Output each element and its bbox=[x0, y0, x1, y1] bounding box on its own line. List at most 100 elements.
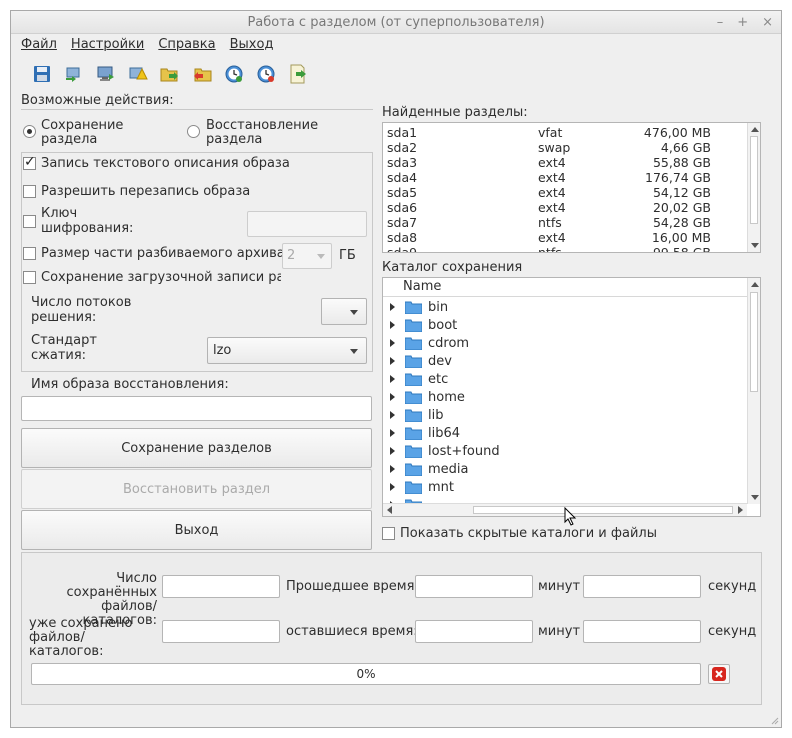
save-partitions-button[interactable]: Сохранение разделов bbox=[21, 428, 372, 468]
remaining-seconds-field[interactable] bbox=[583, 620, 701, 643]
tree-row[interactable]: lost+found bbox=[383, 443, 747, 461]
folder-icon bbox=[405, 301, 422, 314]
description-label[interactable]: Запись текстового описания образа bbox=[41, 156, 290, 171]
tree-row[interactable]: lib bbox=[383, 407, 747, 425]
split-size-value: 2 bbox=[287, 248, 296, 263]
encryption-checkbox[interactable] bbox=[23, 215, 36, 228]
restore-clock-icon[interactable] bbox=[255, 63, 277, 85]
tree-row[interactable]: bin bbox=[383, 299, 747, 317]
clock-icon[interactable] bbox=[223, 63, 245, 85]
folder-icon bbox=[405, 481, 422, 494]
show-hidden-label[interactable]: Показать скрытые каталоги и файлы bbox=[400, 526, 657, 541]
overwrite-label[interactable]: Разрешить перезапись образа bbox=[41, 184, 250, 199]
already-saved-field[interactable] bbox=[162, 620, 280, 643]
overwrite-checkbox[interactable] bbox=[23, 185, 36, 198]
expander-icon[interactable] bbox=[390, 483, 395, 491]
computer-icon[interactable] bbox=[95, 63, 117, 85]
scroll-down-icon[interactable] bbox=[751, 495, 759, 500]
expander-icon[interactable] bbox=[390, 375, 395, 383]
expander-icon[interactable] bbox=[390, 429, 395, 437]
elapsed-seconds-field[interactable] bbox=[583, 575, 701, 598]
scroll-down-icon[interactable] bbox=[751, 243, 759, 248]
threads-combo[interactable] bbox=[321, 298, 367, 325]
split-checkbox[interactable] bbox=[23, 247, 36, 260]
tree-row[interactable]: cdrom bbox=[383, 335, 747, 353]
tree-row[interactable]: media bbox=[383, 461, 747, 479]
scrollbar-thumb[interactable] bbox=[473, 506, 733, 514]
compression-combo[interactable]: lzo bbox=[207, 337, 367, 364]
tree-row[interactable]: dev bbox=[383, 353, 747, 371]
bootrecord-checkbox[interactable] bbox=[23, 271, 36, 284]
folder-icon bbox=[405, 355, 422, 368]
bootrecord-label[interactable]: Сохранение загрузочной записи разде bbox=[41, 270, 281, 285]
scroll-up-icon[interactable] bbox=[751, 127, 759, 132]
menu-exit[interactable]: Выход bbox=[230, 34, 274, 56]
saved-count-field[interactable] bbox=[162, 575, 280, 598]
partitions-scrollbar[interactable] bbox=[747, 123, 760, 252]
expander-icon[interactable] bbox=[390, 393, 395, 401]
expander-icon[interactable] bbox=[390, 465, 395, 473]
actions-label: Возможные действия: bbox=[21, 93, 174, 108]
resize-grip-icon[interactable] bbox=[769, 715, 779, 725]
encryption-key-field[interactable] bbox=[247, 211, 367, 237]
scroll-left-icon[interactable] bbox=[387, 506, 392, 514]
folder-icon bbox=[405, 391, 422, 404]
split-label[interactable]: Размер части разбиваемого архива: bbox=[41, 246, 289, 261]
split-size-spin[interactable]: 2 bbox=[282, 243, 332, 269]
folder-forward-icon[interactable] bbox=[159, 63, 181, 85]
restore-radio-label[interactable]: Восстановление раздела bbox=[206, 119, 326, 147]
restore-partition-button[interactable]: Восстановить раздел bbox=[21, 469, 372, 509]
column-name-header[interactable]: Name bbox=[403, 279, 441, 294]
show-hidden-checkbox[interactable] bbox=[382, 527, 395, 540]
warning-icon[interactable] bbox=[127, 63, 149, 85]
menu-settings[interactable]: Настройки bbox=[71, 34, 144, 56]
folder-icon bbox=[405, 373, 422, 386]
expander-icon[interactable] bbox=[390, 303, 395, 311]
save-icon[interactable] bbox=[31, 63, 53, 85]
elapsed-minutes-field[interactable] bbox=[415, 575, 533, 598]
exit-icon[interactable] bbox=[287, 63, 309, 85]
cancel-button[interactable] bbox=[708, 664, 730, 684]
scrollbar-thumb[interactable] bbox=[750, 136, 758, 224]
save-radio-label[interactable]: Сохранение раздела bbox=[41, 119, 141, 147]
menu-file[interactable]: Файл bbox=[21, 34, 57, 56]
close-icon[interactable]: × bbox=[762, 11, 773, 34]
description-checkbox[interactable] bbox=[23, 154, 36, 170]
save-radio[interactable] bbox=[23, 125, 36, 138]
partitions-list[interactable]: sda1 vfat 476,00 MB sda2 swap 4,66 GB sda3 ex… bbox=[382, 122, 761, 253]
scrollbar-thumb[interactable] bbox=[750, 292, 758, 392]
tree-row[interactable]: mnt bbox=[383, 479, 747, 497]
menu-help[interactable]: Справка bbox=[158, 34, 215, 56]
chevron-down-icon bbox=[350, 348, 358, 354]
catalog-vscrollbar[interactable] bbox=[747, 278, 760, 504]
title-bar: Работа с разделом (от суперпользователя)… bbox=[11, 11, 781, 34]
minutes-label-2: минут bbox=[538, 624, 581, 639]
progress-text: 0% bbox=[356, 667, 376, 681]
tree-row[interactable]: etc bbox=[383, 371, 747, 389]
tree-row[interactable]: lib64 bbox=[383, 425, 747, 443]
cancel-icon bbox=[712, 667, 726, 681]
exit-button[interactable]: Выход bbox=[21, 510, 372, 550]
toolbar bbox=[11, 59, 781, 89]
tree-row[interactable]: home bbox=[383, 389, 747, 407]
scroll-right-icon[interactable] bbox=[738, 506, 743, 514]
scroll-up-icon[interactable] bbox=[751, 282, 759, 287]
image-name-field[interactable] bbox=[21, 396, 372, 421]
folder-back-icon[interactable] bbox=[191, 63, 213, 85]
transfer-icon[interactable] bbox=[63, 63, 85, 85]
expander-icon[interactable] bbox=[390, 447, 395, 455]
expander-icon[interactable] bbox=[390, 411, 395, 419]
catalog-label: Каталог сохранения bbox=[382, 260, 523, 275]
maximize-icon[interactable]: + bbox=[737, 11, 748, 34]
restore-radio[interactable] bbox=[187, 125, 200, 138]
partitions-label: Найденные разделы: bbox=[382, 105, 528, 120]
expander-icon[interactable] bbox=[390, 321, 395, 329]
tree-row[interactable]: boot bbox=[383, 317, 747, 335]
tree-header[interactable]: Name bbox=[383, 278, 747, 297]
expander-icon[interactable] bbox=[390, 339, 395, 347]
encryption-label[interactable]: Ключ шифрования: bbox=[41, 206, 136, 236]
catalog-tree[interactable]: Name bin boot cdrom dev etc home lib lib… bbox=[382, 277, 761, 517]
expander-icon[interactable] bbox=[390, 357, 395, 365]
remaining-minutes-field[interactable] bbox=[415, 620, 533, 643]
minimize-icon[interactable]: – bbox=[717, 11, 724, 34]
